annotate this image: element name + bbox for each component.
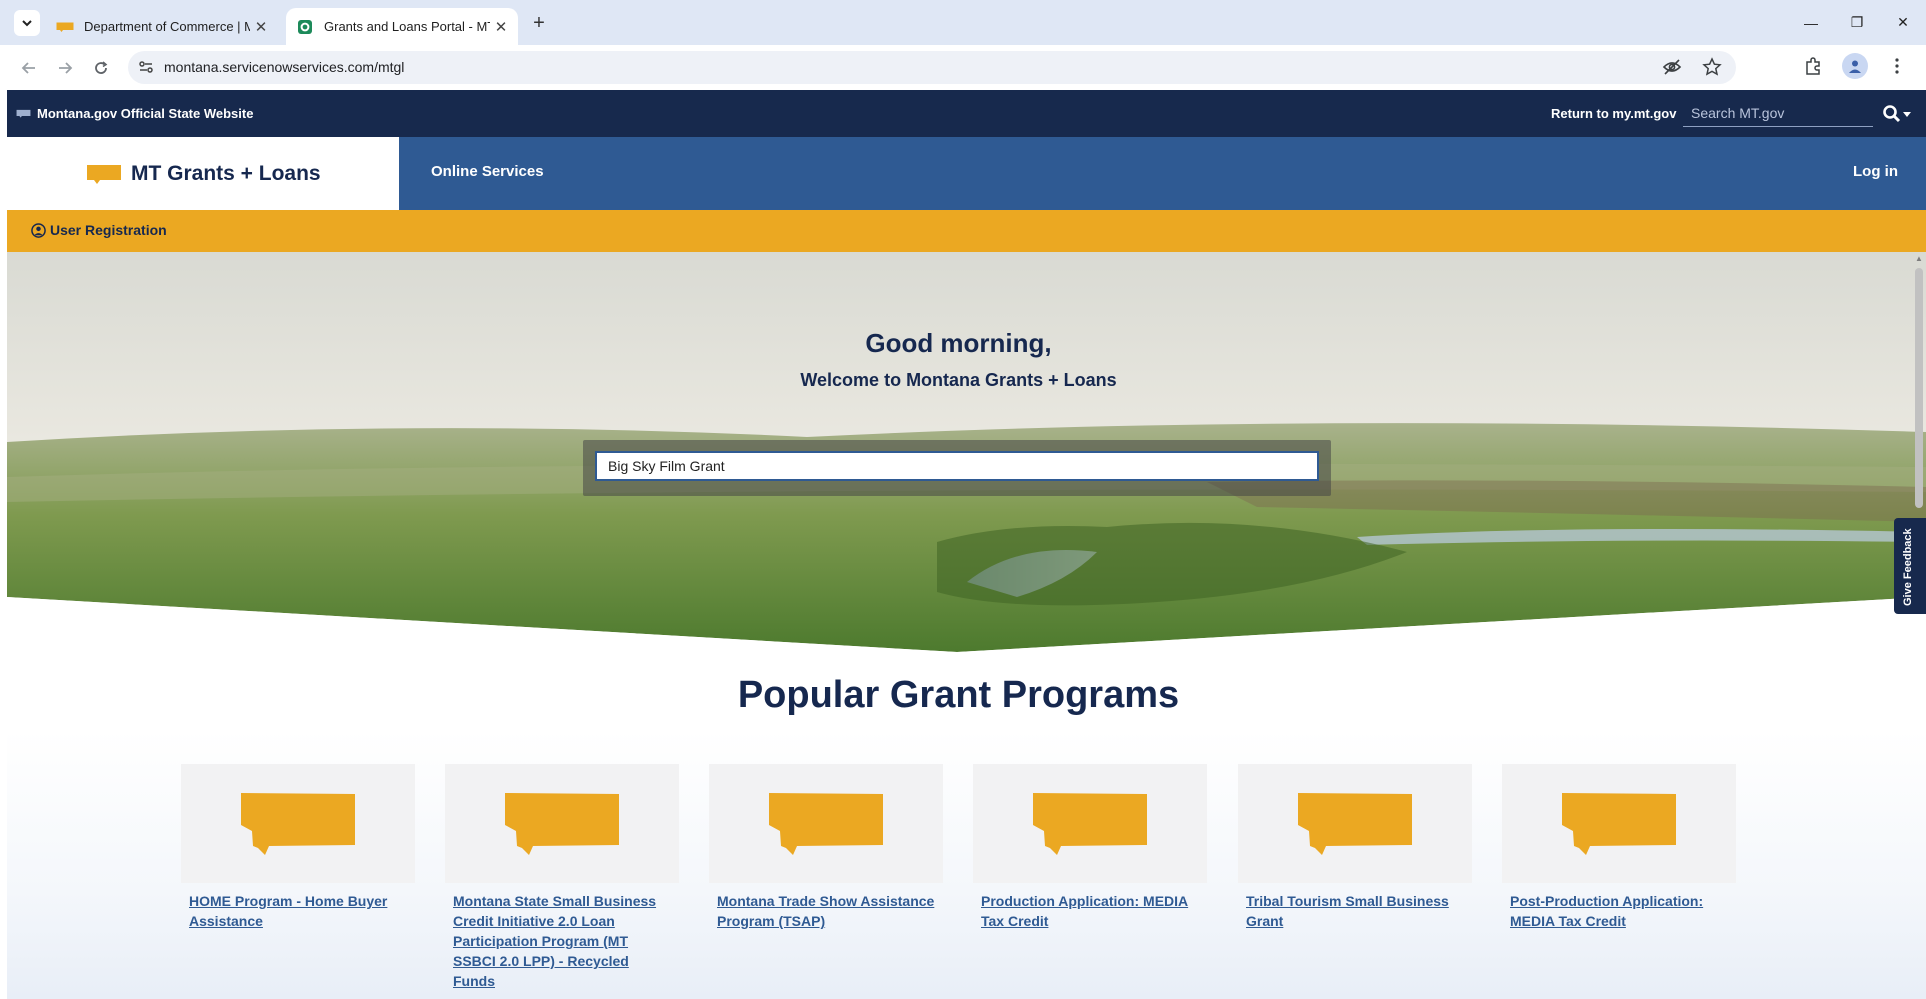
card-image[interactable] xyxy=(445,764,679,883)
card-image[interactable] xyxy=(973,764,1207,883)
give-feedback-label: Give Feedback xyxy=(1902,528,1914,606)
reload-icon xyxy=(95,61,108,74)
eye-slash-icon[interactable] xyxy=(1662,57,1682,82)
program-card-link[interactable]: Montana State Small Business Credit Init… xyxy=(453,891,671,991)
new-tab-button[interactable]: + xyxy=(526,10,552,36)
return-to-mymtgov-link[interactable]: Return to my.mt.gov xyxy=(1551,106,1676,121)
official-site-label[interactable]: Montana.gov Official State Website xyxy=(37,106,253,121)
portal-search-panel xyxy=(583,440,1331,496)
profile-avatar[interactable] xyxy=(1842,53,1868,79)
program-card-link[interactable]: Montana Trade Show Assistance Program (T… xyxy=(717,891,935,931)
more-menu-icon[interactable] xyxy=(1882,51,1912,81)
mtgov-search-input[interactable] xyxy=(1683,100,1873,127)
user-registration-link[interactable]: User Registration xyxy=(31,222,167,238)
program-card[interactable]: Montana Trade Show Assistance Program (T… xyxy=(709,764,943,931)
minimize-icon[interactable]: — xyxy=(1788,0,1834,45)
browser-toolbar: montana.servicenowservices.com/mtgl xyxy=(0,45,1926,90)
program-card-link[interactable]: Production Application: MEDIA Tax Credit xyxy=(981,891,1199,931)
browser-tab-bar: Department of Commerce | Mo ✕ Grants and… xyxy=(0,0,1926,45)
portal-search-input[interactable] xyxy=(595,451,1319,481)
tab-title: Grants and Loans Portal - MT G xyxy=(324,19,490,34)
extensions-icon[interactable] xyxy=(1798,51,1828,81)
main-navigation: MT Grants + Loans Online Services Log in xyxy=(7,137,1926,210)
user-circle-icon xyxy=(31,222,46,238)
restore-icon[interactable]: ❐ xyxy=(1834,0,1880,45)
give-feedback-button[interactable]: Give Feedback xyxy=(1894,518,1926,614)
program-card[interactable]: Post-Production Application: MEDIA Tax C… xyxy=(1502,764,1736,931)
program-card-link[interactable]: HOME Program - Home Buyer Assistance xyxy=(189,891,407,931)
montana-state-icon xyxy=(56,22,74,32)
url-text: montana.servicenowservices.com/mtgl xyxy=(164,59,405,75)
caret-down-icon xyxy=(1903,112,1911,117)
welcome-subheading: Welcome to Montana Grants + Loans xyxy=(800,370,1117,390)
greeting-heading: Good morning, xyxy=(865,328,1052,358)
brand-home-link[interactable]: MT Grants + Loans xyxy=(7,137,399,210)
montana-state-icon xyxy=(1298,792,1412,855)
card-image[interactable] xyxy=(181,764,415,883)
brand-name: MT Grants + Loans xyxy=(131,161,321,185)
close-window-icon[interactable]: ✕ xyxy=(1880,0,1926,45)
close-tab-icon[interactable]: ✕ xyxy=(250,18,272,36)
montana-state-icon xyxy=(769,792,883,855)
user-registration-label: User Registration xyxy=(50,222,167,238)
window-controls: — ❐ ✕ xyxy=(1788,0,1926,45)
arrow-right-icon xyxy=(59,62,73,74)
site-settings-icon[interactable] xyxy=(138,59,156,77)
card-image[interactable] xyxy=(709,764,943,883)
scroll-up-arrow-icon[interactable]: ▲ xyxy=(1915,254,1923,263)
tab-title: Department of Commerce | Mo xyxy=(84,19,250,34)
star-icon[interactable] xyxy=(1702,57,1722,82)
scrollbar-thumb[interactable] xyxy=(1915,268,1923,508)
montana-state-icon xyxy=(16,109,31,118)
address-bar[interactable]: montana.servicenowservices.com/mtgl xyxy=(128,51,1736,84)
program-card[interactable]: HOME Program - Home Buyer Assistance xyxy=(181,764,415,931)
tab-search-button[interactable] xyxy=(14,10,40,36)
program-card-link[interactable]: Tribal Tourism Small Business Grant xyxy=(1246,891,1464,931)
program-card[interactable]: Production Application: MEDIA Tax Credit xyxy=(973,764,1207,931)
forward-button[interactable] xyxy=(50,53,80,83)
montana-gov-bar: Montana.gov Official State Website Retur… xyxy=(7,90,1926,137)
montana-state-icon xyxy=(1562,792,1676,855)
chevron-down-icon xyxy=(22,20,32,27)
reload-button[interactable] xyxy=(86,53,116,83)
search-icon xyxy=(1883,105,1901,123)
card-image[interactable] xyxy=(1238,764,1472,883)
tab-department-of-commerce[interactable]: Department of Commerce | Mo ✕ xyxy=(46,8,278,45)
registration-bar: User Registration xyxy=(7,210,1926,252)
card-image[interactable] xyxy=(1502,764,1736,883)
montana-state-icon xyxy=(87,164,121,184)
montana-state-icon xyxy=(241,792,355,855)
popular-programs-heading: Popular Grant Programs xyxy=(737,674,1180,716)
page-content: Montana.gov Official State Website Retur… xyxy=(7,90,1926,999)
montana-state-icon xyxy=(505,792,619,855)
close-tab-icon[interactable]: ✕ xyxy=(490,18,512,36)
online-services-link[interactable]: Online Services xyxy=(431,163,544,180)
hero-banner: Good morning, Welcome to Montana Grants … xyxy=(7,252,1926,652)
arrow-left-icon xyxy=(21,62,35,74)
montana-state-icon xyxy=(1033,792,1147,855)
page-scrollbar[interactable]: ▲ xyxy=(1912,252,1926,508)
login-link[interactable]: Log in xyxy=(1853,163,1898,180)
program-card[interactable]: Tribal Tourism Small Business Grant xyxy=(1238,764,1472,931)
servicenow-icon xyxy=(298,19,312,34)
program-card-link[interactable]: Post-Production Application: MEDIA Tax C… xyxy=(1510,891,1728,931)
mtgov-search-button[interactable] xyxy=(1877,101,1917,127)
back-button[interactable] xyxy=(14,53,44,83)
tab-grants-and-loans-portal[interactable]: Grants and Loans Portal - MT G ✕ xyxy=(286,8,518,45)
program-card[interactable]: Montana State Small Business Credit Init… xyxy=(445,764,679,991)
